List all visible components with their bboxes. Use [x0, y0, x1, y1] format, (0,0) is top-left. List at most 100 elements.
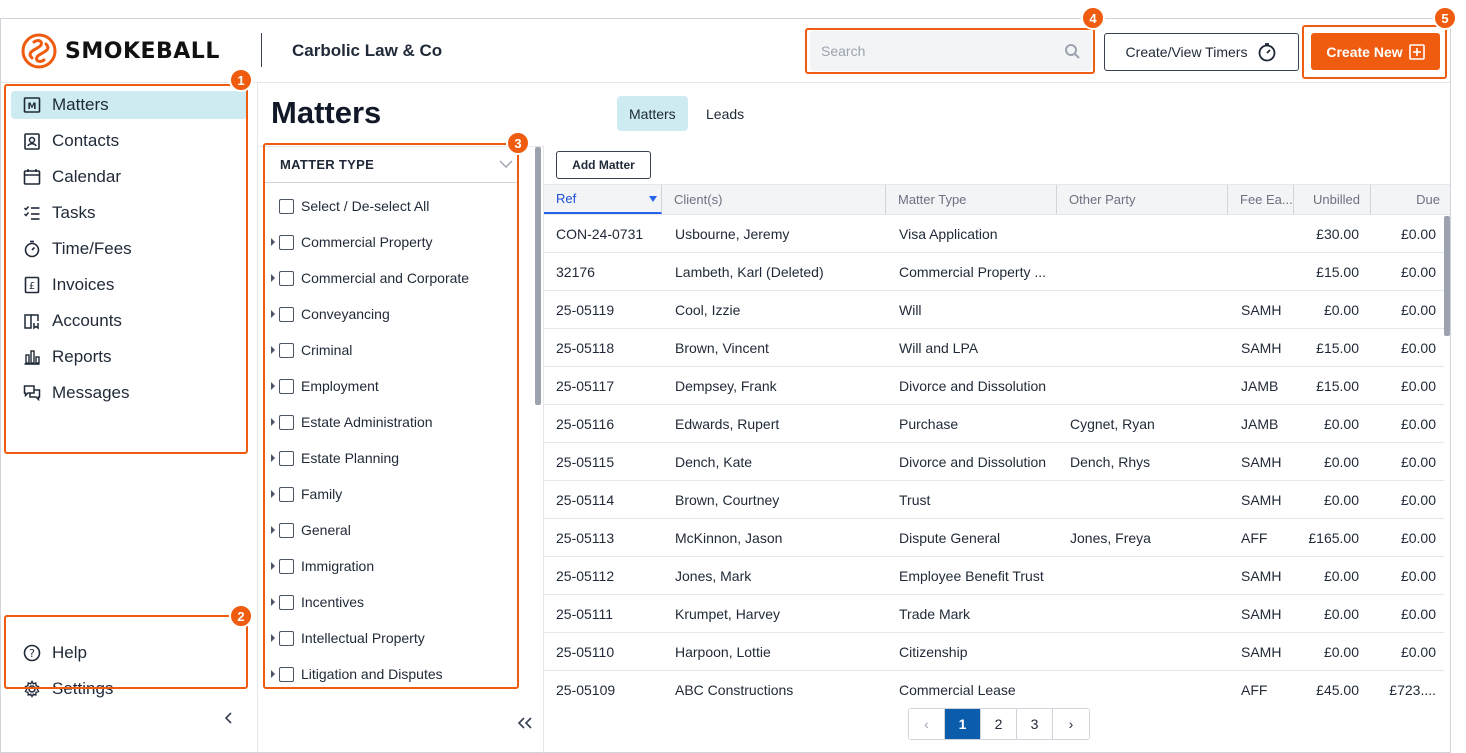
- table-row[interactable]: 25-05114 Brown, Courtney Trust SAMH £0.00 £0.…: [544, 481, 1444, 519]
- filter-scrollbar[interactable]: [535, 147, 541, 405]
- filter-item[interactable]: Criminal: [269, 339, 352, 361]
- expand-arrow-icon[interactable]: [269, 634, 277, 642]
- expand-arrow-icon[interactable]: [269, 490, 277, 498]
- cell-other-party: [1070, 215, 1225, 252]
- sidebar-item-help[interactable]: ? Help: [11, 639, 247, 667]
- smokeball-logo[interactable]: SMOKEBALL: [21, 33, 220, 69]
- checkbox[interactable]: [279, 234, 294, 250]
- filter-label: Intellectual Property: [301, 630, 425, 646]
- table-row[interactable]: 25-05113 McKinnon, Jason Dispute General Jo…: [544, 519, 1444, 557]
- table-row[interactable]: 25-05110 Harpoon, Lottie Citizenship SAMH £0…: [544, 633, 1444, 671]
- tab-leads[interactable]: Leads: [694, 96, 756, 131]
- next-page-button[interactable]: ›: [1053, 709, 1089, 739]
- table-row[interactable]: 25-05112 Jones, Mark Employee Benefit Trus…: [544, 557, 1444, 595]
- column-header-due[interactable]: Due: [1371, 185, 1450, 214]
- expand-arrow-icon[interactable]: [269, 382, 277, 390]
- expand-arrow-icon[interactable]: [269, 598, 277, 606]
- page-1-button[interactable]: 1: [945, 709, 981, 739]
- checkbox[interactable]: [279, 306, 294, 322]
- cell-other-party: [1070, 481, 1225, 518]
- checkbox[interactable]: [279, 198, 294, 214]
- tab-matters[interactable]: Matters: [617, 96, 688, 131]
- sidebar-item-label: Matters: [52, 95, 109, 114]
- expand-arrow-icon[interactable]: [269, 526, 277, 534]
- table-row[interactable]: 25-05119 Cool, Izzie Will SAMH £0.00 £0.00: [544, 291, 1444, 329]
- create-view-timers-button[interactable]: Create/View Timers: [1104, 33, 1299, 71]
- sidebar-item-calendar[interactable]: Calendar: [11, 163, 247, 191]
- sidebar-item-accounts[interactable]: Accounts: [11, 307, 247, 335]
- cell-ref: 25-05116: [556, 415, 615, 432]
- create-new-button[interactable]: Create New: [1311, 33, 1440, 70]
- filter-item[interactable]: Intellectual Property: [269, 627, 425, 649]
- add-matter-button[interactable]: Add Matter: [556, 151, 651, 179]
- sidebar-item-time-fees[interactable]: Time/Fees: [11, 235, 247, 263]
- sidebar-item-reports[interactable]: Reports: [11, 343, 247, 371]
- collapse-sidebar-icon[interactable]: [221, 710, 237, 726]
- checkbox[interactable]: [279, 486, 294, 502]
- cell-fee-earner: SAMH: [1241, 453, 1282, 470]
- checkbox[interactable]: [279, 630, 294, 646]
- filter-item[interactable]: Commercial and Corporate: [269, 267, 469, 289]
- search-input[interactable]: [810, 31, 1092, 71]
- filter-item[interactable]: Family: [269, 483, 342, 505]
- sidebar-item-tasks[interactable]: Tasks: [11, 199, 247, 227]
- expand-arrow-icon[interactable]: [269, 346, 277, 354]
- table-row[interactable]: 25-05116 Edwards, Rupert Purchase Cygnet, R…: [544, 405, 1444, 443]
- expand-arrow-icon[interactable]: [269, 238, 277, 246]
- checkbox[interactable]: [279, 270, 294, 286]
- prev-page-button[interactable]: ‹: [909, 709, 945, 739]
- sidebar-item-messages[interactable]: Messages: [11, 379, 247, 407]
- filter-item[interactable]: Immigration: [269, 555, 374, 577]
- sidebar-item-label: Calendar: [52, 167, 121, 186]
- collapse-filter-icon[interactable]: [515, 715, 535, 731]
- page-3-button[interactable]: 3: [1017, 709, 1053, 739]
- filter-item[interactable]: Employment: [269, 375, 379, 397]
- sidebar-item-invoices[interactable]: £ Invoices: [11, 271, 247, 299]
- expand-arrow-icon[interactable]: [269, 454, 277, 462]
- checkbox[interactable]: [279, 378, 294, 394]
- search-icon[interactable]: [1064, 43, 1080, 59]
- cell-unbilled: £0.00: [1323, 453, 1359, 470]
- table-row[interactable]: 25-05115 Dench, Kate Divorce and Dissoluti…: [544, 443, 1444, 481]
- checkbox[interactable]: [279, 558, 294, 574]
- table-row[interactable]: 32176 Lambeth, Karl (Deleted) Commercial P…: [544, 253, 1444, 291]
- column-header-unbilled[interactable]: Unbilled: [1294, 185, 1371, 214]
- filter-item[interactable]: Commercial Property: [269, 231, 432, 253]
- column-header-matter-type[interactable]: Matter Type: [886, 185, 1057, 214]
- filter-item[interactable]: Litigation and Disputes: [269, 663, 443, 685]
- expand-arrow-icon[interactable]: [269, 418, 277, 426]
- checkbox[interactable]: [279, 594, 294, 610]
- sidebar-item-matters[interactable]: M Matters: [11, 91, 247, 119]
- checkbox[interactable]: [279, 522, 294, 538]
- table-row[interactable]: CON-24-0731 Usbourne, Jeremy Visa Applicat…: [544, 215, 1444, 253]
- filter-select-all[interactable]: Select / De-select All: [269, 195, 429, 217]
- checkbox[interactable]: [279, 450, 294, 466]
- page-2-button[interactable]: 2: [981, 709, 1017, 739]
- filter-item[interactable]: General: [269, 519, 351, 541]
- checkbox[interactable]: [279, 342, 294, 358]
- chevron-down-icon[interactable]: [498, 157, 514, 171]
- expand-arrow-icon[interactable]: [269, 274, 277, 282]
- checkbox[interactable]: [279, 666, 294, 682]
- expand-arrow-icon[interactable]: [269, 310, 277, 318]
- cell-fee-earner: SAMH: [1241, 605, 1282, 622]
- table-scrollbar[interactable]: [1444, 216, 1450, 336]
- table-row[interactable]: 25-05117 Dempsey, Frank Divorce and Dissol…: [544, 367, 1444, 405]
- filter-item[interactable]: Estate Planning: [269, 447, 399, 469]
- table-row[interactable]: 25-05118 Brown, Vincent Will and LPA SAMH £1…: [544, 329, 1444, 367]
- expand-arrow-icon[interactable]: [269, 670, 277, 678]
- filter-item[interactable]: Incentives: [269, 591, 364, 613]
- sidebar-item-settings[interactable]: Settings: [11, 675, 247, 703]
- sidebar-item-contacts[interactable]: Contacts: [11, 127, 247, 155]
- svg-text:£: £: [29, 281, 35, 292]
- filter-item[interactable]: Estate Administration: [269, 411, 433, 433]
- filter-item[interactable]: Conveyancing: [269, 303, 390, 325]
- column-header-clients[interactable]: Client(s): [662, 185, 886, 214]
- table-row[interactable]: 25-05111 Krumpet, Harvey Trade Mark SAMH £0.…: [544, 595, 1444, 633]
- table-row[interactable]: 25-05109 ABC Constructions Commercial Leas…: [544, 671, 1444, 696]
- column-header-fee-earner[interactable]: Fee Ea...: [1228, 185, 1294, 214]
- column-header-other-party[interactable]: Other Party: [1057, 185, 1228, 214]
- expand-arrow-icon[interactable]: [269, 562, 277, 570]
- checkbox[interactable]: [279, 414, 294, 430]
- column-header-ref[interactable]: Ref: [544, 185, 662, 214]
